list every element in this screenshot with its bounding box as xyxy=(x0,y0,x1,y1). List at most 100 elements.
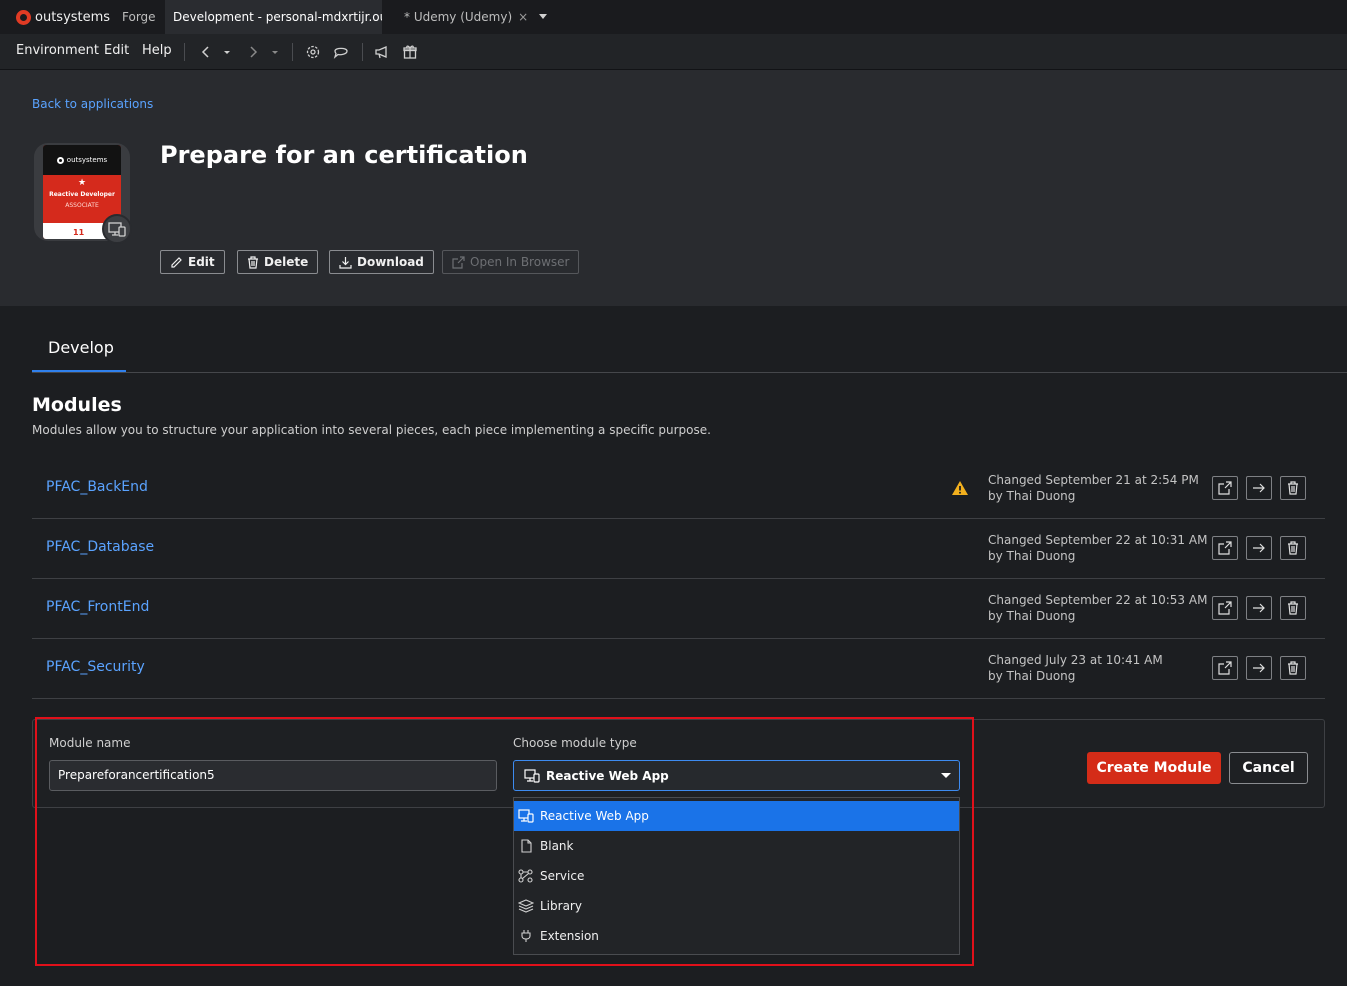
warning-icon[interactable] xyxy=(951,480,969,496)
menu-environment[interactable]: Environment xyxy=(16,43,99,58)
divider xyxy=(292,43,293,61)
tab-label: * Udemy (Udemy) xyxy=(404,10,513,24)
outsystems-logo-icon xyxy=(56,156,64,164)
gift-icon[interactable] xyxy=(402,44,418,60)
changed-by: by Thai Duong xyxy=(988,669,1076,683)
tab-develop[interactable]: Develop xyxy=(48,338,114,357)
go-to-module-arrow-button[interactable] xyxy=(1246,536,1272,560)
cancel-button[interactable]: Cancel xyxy=(1229,752,1308,784)
tab-forge[interactable]: Forge xyxy=(122,0,156,34)
back-arrow-icon[interactable] xyxy=(198,44,214,60)
go-to-module-arrow-button[interactable] xyxy=(1246,656,1272,680)
open-module-external-button[interactable] xyxy=(1212,656,1238,680)
go-to-module-arrow-button[interactable] xyxy=(1246,476,1272,500)
go-to-module-arrow-icon xyxy=(1253,543,1265,553)
tab-divider xyxy=(32,372,1347,373)
delete-module-trash-button[interactable] xyxy=(1280,656,1306,680)
delete-module-trash-icon xyxy=(1288,481,1298,495)
badge-brand: outsystems xyxy=(66,156,108,164)
open-module-external-icon xyxy=(1218,661,1232,675)
row-divider xyxy=(32,638,1325,639)
button-label: Open In Browser xyxy=(470,255,570,269)
outsystems-logo-icon xyxy=(16,9,31,25)
divider xyxy=(184,43,185,61)
tabs-overflow-dropdown-icon[interactable] xyxy=(538,13,548,21)
back-history-dropdown-icon[interactable] xyxy=(222,44,238,60)
changed-by: by Thai Duong xyxy=(988,549,1076,563)
menu-edit[interactable]: Edit xyxy=(104,43,129,58)
changed-by: by Thai Duong xyxy=(988,489,1076,503)
module-change-info: Changed September 21 at 2:54 PM by Thai D… xyxy=(988,472,1199,504)
changed-by: by Thai Duong xyxy=(988,609,1076,623)
module-link-security[interactable]: PFAC_Security xyxy=(46,659,145,675)
forward-arrow-icon[interactable] xyxy=(245,44,261,60)
trash-icon xyxy=(248,255,258,269)
badge-title: Reactive Developer xyxy=(49,191,115,198)
open-module-external-button[interactable] xyxy=(1212,536,1238,560)
changed-date: Changed July 23 at 10:41 AM xyxy=(988,653,1163,667)
settings-gear-icon[interactable] xyxy=(305,44,321,60)
delete-module-trash-button[interactable] xyxy=(1280,536,1306,560)
changed-date: Changed September 22 at 10:31 AM xyxy=(988,533,1208,547)
download-application-button[interactable]: Download xyxy=(329,250,434,274)
delete-application-button[interactable]: Delete xyxy=(237,250,319,274)
menu-bar: Environment Edit Help xyxy=(0,34,1347,70)
open-module-external-button[interactable] xyxy=(1212,476,1238,500)
star-icon: ★ xyxy=(77,178,87,188)
highlight-box xyxy=(35,717,974,966)
module-change-info: Changed July 23 at 10:41 AM by Thai Duong xyxy=(988,652,1163,684)
button-label: Edit xyxy=(188,255,215,269)
go-to-module-arrow-button[interactable] xyxy=(1246,596,1272,620)
logo-text: outsystems xyxy=(35,9,111,25)
open-module-external-button[interactable] xyxy=(1212,596,1238,620)
close-tab-icon[interactable]: × xyxy=(518,10,528,24)
modules-description: Modules allow you to structure your appl… xyxy=(32,423,711,437)
badge-level: ASSOCIATE xyxy=(65,202,99,209)
pencil-icon xyxy=(171,256,182,268)
divider xyxy=(362,43,363,61)
delete-module-trash-icon xyxy=(1288,541,1298,555)
window-tab-bar: outsystems Forge Development - personal-… xyxy=(0,0,1347,34)
tab-udemy[interactable]: * Udemy (Udemy) × xyxy=(404,0,528,34)
back-to-applications-link[interactable]: Back to applications xyxy=(32,97,153,111)
external-link-icon xyxy=(452,255,465,269)
modules-heading: Modules xyxy=(32,394,122,416)
badge-version: 11 xyxy=(73,228,85,237)
button-label: Delete xyxy=(264,255,309,269)
module-change-info: Changed September 22 at 10:31 AM by Thai … xyxy=(988,532,1207,564)
reactive-web-app-device-icon xyxy=(102,214,132,244)
module-link-backend[interactable]: PFAC_BackEnd xyxy=(46,479,148,495)
feedback-chat-icon[interactable] xyxy=(333,44,349,60)
application-title: Prepare for an certification xyxy=(160,141,528,169)
menu-help[interactable]: Help xyxy=(142,43,172,58)
delete-module-trash-button[interactable] xyxy=(1280,596,1306,620)
row-divider xyxy=(32,698,1325,699)
module-link-database[interactable]: PFAC_Database xyxy=(46,539,154,555)
go-to-module-arrow-icon xyxy=(1253,483,1265,493)
module-change-info: Changed September 22 at 10:53 AM by Thai … xyxy=(988,592,1207,624)
delete-module-trash-icon xyxy=(1288,601,1298,615)
changed-date: Changed September 22 at 10:53 AM xyxy=(988,593,1208,607)
tab-label: Forge xyxy=(122,10,156,24)
delete-module-trash-icon xyxy=(1288,661,1298,675)
forward-history-dropdown-icon[interactable] xyxy=(270,44,286,60)
open-module-external-icon xyxy=(1218,541,1232,555)
tab-label: Development - personal-mdxrtijr.outsys xyxy=(173,10,382,24)
go-to-module-arrow-icon xyxy=(1253,663,1265,673)
outsystems-logo[interactable]: outsystems xyxy=(16,7,110,27)
download-icon xyxy=(339,256,352,269)
edit-application-button[interactable]: Edit xyxy=(160,250,225,274)
create-module-button[interactable]: Create Module xyxy=(1087,752,1221,784)
announcements-megaphone-icon[interactable] xyxy=(374,44,390,60)
module-link-frontend[interactable]: PFAC_FrontEnd xyxy=(46,599,149,615)
delete-module-trash-button[interactable] xyxy=(1280,476,1306,500)
open-in-browser-button[interactable]: Open In Browser xyxy=(442,250,580,274)
go-to-module-arrow-icon xyxy=(1253,603,1265,613)
open-module-external-icon xyxy=(1218,481,1232,495)
tab-development[interactable]: Development - personal-mdxrtijr.outsys xyxy=(165,0,382,34)
row-divider xyxy=(32,518,1325,519)
badge-header: outsystems xyxy=(43,145,121,175)
open-module-external-icon xyxy=(1218,601,1232,615)
button-label: Download xyxy=(357,255,424,269)
row-divider xyxy=(32,578,1325,579)
